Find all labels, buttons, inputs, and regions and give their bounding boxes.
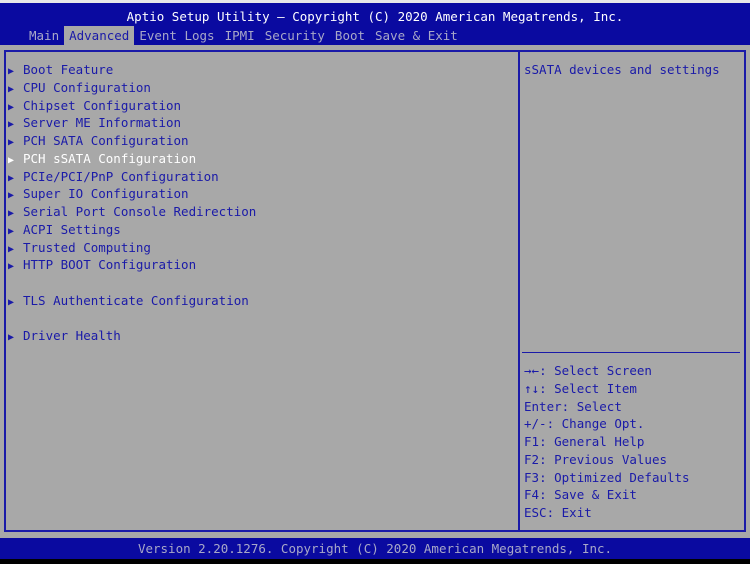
- panel-divider: [518, 50, 520, 532]
- submenu-arrow-icon: ▶: [8, 261, 15, 273]
- key-name: ↑↓: [524, 380, 540, 396]
- key-hint: F4: Save & Exit: [524, 486, 690, 504]
- menu-item[interactable]: ▶ HTTP BOOT Configuration: [8, 256, 256, 274]
- menu-item[interactable]: ▶ Driver Health: [8, 327, 256, 345]
- window-title: Aptio Setup Utility – Copyright (C) 2020…: [126, 9, 624, 24]
- menu-item[interactable]: ▶ ACPI Settings: [8, 221, 256, 239]
- menu-item-label: TLS Authenticate Configuration: [23, 292, 249, 308]
- key-action: Select Item: [554, 380, 637, 396]
- key-hint: F3: Optimized Defaults: [524, 469, 690, 487]
- tab-advanced[interactable]: Advanced: [64, 26, 135, 45]
- separator: :: [539, 451, 555, 467]
- menu-item[interactable]: ▶ PCIe/PCI/PnP Configuration: [8, 168, 256, 186]
- key-name: F4: [524, 487, 540, 503]
- key-hint: ESC: Exit: [524, 504, 690, 522]
- tab-save-exit[interactable]: Save & Exit: [370, 26, 463, 45]
- key-action: Select: [576, 398, 622, 414]
- key-action: Change Opt.: [561, 416, 645, 432]
- menu-item-label: CPU Configuration: [23, 79, 151, 95]
- key-name: F2: [524, 451, 540, 467]
- key-name: F1: [524, 434, 540, 449]
- menu-item-label: PCH SATA Configuration: [23, 133, 189, 148]
- key-action: Exit: [561, 505, 592, 520]
- menu-item-label: Driver Health: [23, 328, 121, 344]
- key-hint: Enter: Select: [524, 398, 690, 416]
- menu-item[interactable]: ▶ Server ME Information: [8, 114, 256, 132]
- menu-item[interactable]: ▶ CPU Configuration: [8, 79, 256, 97]
- key-hint: →←: Select Screen: [524, 362, 690, 380]
- menu-item-label: HTTP BOOT Configuration: [23, 257, 197, 273]
- separator: :: [546, 505, 562, 520]
- menu-item[interactable]: ▶ PCH sSATA Configuration: [8, 150, 256, 168]
- key-hint: F2: Previous Values: [524, 451, 690, 469]
- menu-item[interactable]: ▶ TLS Authenticate Configuration: [8, 292, 256, 310]
- menu-item-label: ACPI Settings: [23, 221, 121, 237]
- key-action: Previous Values: [554, 451, 668, 467]
- key-hint: F1: General Help: [524, 433, 690, 451]
- menu-item-label: Boot Feature: [23, 62, 114, 77]
- menu-item-label: Chipset Configuration: [23, 97, 182, 113]
- key-action: Save & Exit: [554, 487, 637, 503]
- key-name: →←: [524, 363, 540, 378]
- menu-item-label: Serial Port Console Redirection: [23, 204, 257, 219]
- menu-item[interactable]: ▶ Trusted Computing: [8, 239, 256, 257]
- tab-boot[interactable]: Boot: [330, 26, 370, 45]
- tab-main[interactable]: Main: [24, 26, 64, 45]
- key-action: Optimized Defaults: [554, 469, 690, 485]
- separator: :: [539, 434, 555, 449]
- menu-item-label: PCIe/PCI/PnP Configuration: [23, 168, 219, 184]
- key-hint: +/-: Change Opt.: [524, 415, 690, 433]
- menu-item[interactable]: ▶ Super IO Configuration: [8, 185, 256, 203]
- footer-bar: Version 2.20.1276. Copyright (C) 2020 Am…: [0, 538, 750, 559]
- header-bar: Aptio Setup Utility – Copyright (C) 2020…: [0, 3, 750, 45]
- key-name: +/-: [524, 416, 547, 432]
- separator: :: [561, 398, 577, 414]
- bottom-edge: [0, 559, 750, 564]
- separator: :: [546, 416, 562, 432]
- separator: :: [539, 363, 555, 378]
- tab-security[interactable]: Security: [260, 26, 330, 45]
- submenu-arrow-icon: ▶: [8, 154, 15, 166]
- help-divider: [522, 352, 740, 353]
- help-description: sSATA devices and settings: [524, 62, 720, 77]
- menu-item[interactable]: ▶ Chipset Configuration: [8, 97, 256, 115]
- separator: :: [539, 469, 555, 485]
- key-legend: →←: Select Screen ↑↓: Select Item Enter: S…: [524, 362, 690, 522]
- submenu-arrow-icon: ▶: [8, 83, 15, 95]
- submenu-arrow-icon: ▶: [8, 296, 15, 308]
- submenu-arrow-icon: ▶: [8, 225, 15, 237]
- tab-event-logs[interactable]: Event Logs: [134, 26, 219, 45]
- menu-list: ▶ Boot Feature ▶ CPU Configuration ▶ Chipset …: [8, 61, 256, 345]
- separator: :: [539, 487, 555, 503]
- menu-item-label: PCH sSATA Configuration: [23, 150, 197, 166]
- menu-item[interactable]: ▶ PCH SATA Configuration: [8, 132, 256, 150]
- key-name: ESC: [524, 505, 547, 520]
- key-action: Select Screen: [554, 363, 652, 378]
- key-hint: ↑↓: Select Item: [524, 380, 690, 398]
- separator: :: [539, 380, 555, 396]
- key-name: F3: [524, 469, 540, 485]
- tab-bar: Main Advanced Event Logs IPMI Security Boot Sa…: [24, 26, 463, 45]
- key-action: General Help: [554, 434, 645, 449]
- tab-ipmi[interactable]: IPMI: [220, 26, 260, 45]
- menu-item[interactable]: ▶ Boot Feature: [8, 61, 256, 79]
- key-name: Enter: [524, 398, 562, 414]
- submenu-arrow-icon: ▶: [8, 332, 15, 344]
- menu-item[interactable]: ▶ Serial Port Console Redirection: [8, 203, 256, 221]
- menu-item-label: Super IO Configuration: [23, 186, 189, 202]
- menu-item-label: Trusted Computing: [23, 239, 151, 255]
- menu-item-label: Server ME Information: [23, 115, 182, 131]
